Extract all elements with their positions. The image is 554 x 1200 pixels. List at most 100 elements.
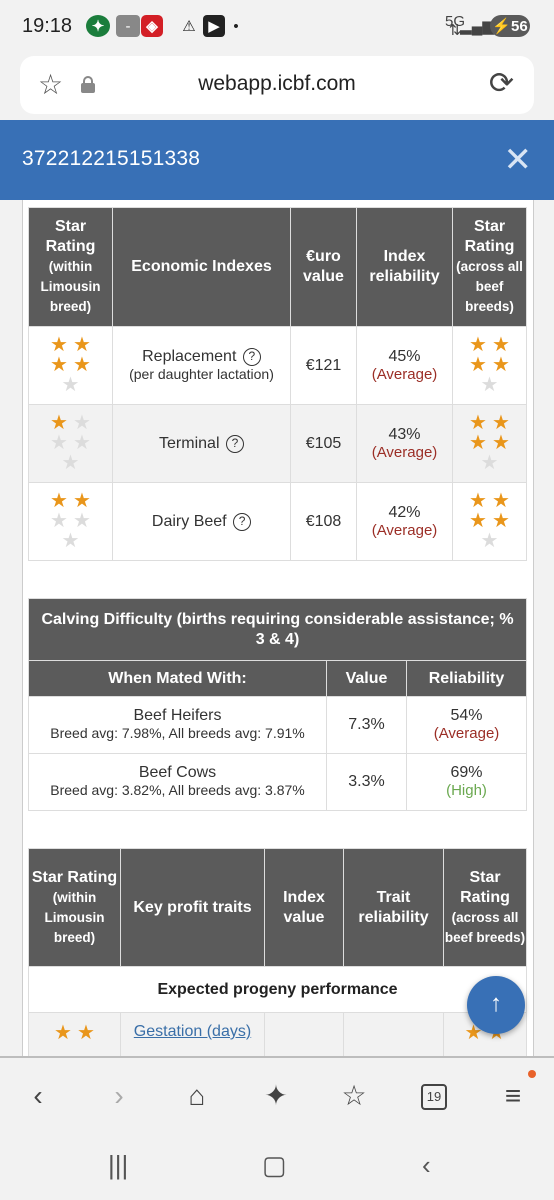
star-empty-icon: ★ (61, 530, 80, 552)
euro-value-header: €uro value (290, 207, 357, 327)
star-filled-icon: ★ (50, 334, 68, 356)
index-value-header: Index value (264, 848, 344, 967)
breed-average: Breed avg: 3.82%, All breeds avg: 3.87% (50, 782, 305, 798)
euro-value: €108 (290, 482, 357, 561)
recent-apps-icon[interactable]: ||| (108, 1150, 128, 1181)
euro-value: €105 (290, 404, 357, 483)
system-back-icon[interactable]: ‹ (422, 1150, 431, 1181)
star-rating-within: ★ ★ (54, 1022, 95, 1044)
youtube-icon: ▶ (203, 15, 225, 37)
reliability-label: (Average) (371, 521, 438, 539)
star-empty-icon: ★ (61, 452, 80, 474)
star-empty-icon: ★ (73, 432, 91, 454)
forward-icon[interactable]: › (99, 1076, 139, 1116)
star-empty-icon: ★ (480, 452, 499, 474)
star-filled-icon: ★ (469, 412, 487, 434)
ai-sparkle-icon[interactable]: ✦ (256, 1076, 296, 1116)
index-name: Dairy Beef (151, 512, 227, 530)
battery-indicator: ⚡ 56 (490, 15, 530, 37)
status-bar: 19:18 ✦ - ◈ ⚠ ▶ • 5G ⇅ ▂▄▆ ⚡ 56 (0, 0, 554, 54)
warning-icon: ⚠ (182, 18, 196, 35)
star-empty-icon: ★ (480, 374, 499, 396)
star-filled-icon: ★ (50, 412, 68, 434)
star-across-header: Star Rating (across all beef breeds) (443, 848, 527, 967)
reliability-value: 42% (388, 503, 421, 521)
help-icon[interactable]: ? (233, 512, 252, 531)
reliability-label: (Average) (371, 443, 438, 461)
star-empty-icon: ★ (480, 530, 499, 552)
economic-indexes-table: Star Rating (within Limousin breed) Econo… (28, 207, 527, 561)
index-reliability-header: Index reliability (356, 207, 453, 327)
reliability-label: (High) (446, 782, 487, 799)
sport-club-icon: ✦ (86, 15, 110, 37)
reliability-value: 54% (450, 707, 483, 724)
address-bar[interactable]: ☆ webapp.icbf.com ⟳ (20, 56, 534, 114)
animal-id-title: 372212215151338 (22, 147, 201, 170)
star-filled-icon: ★ (492, 334, 510, 356)
star-rating-across: ★ ★★ ★★ (462, 491, 518, 551)
reliability-value: 45% (388, 347, 421, 365)
table-row: Beef Heifers Breed avg: 7.98%, All breeds… (28, 696, 527, 754)
star-empty-icon: ★ (61, 374, 80, 396)
reliability-value: 69% (450, 764, 483, 781)
star-empty-icon: ★ (50, 432, 68, 454)
progeny-section-label: Expected progeny performance (28, 966, 527, 1013)
url-text[interactable]: webapp.icbf.com (20, 72, 534, 96)
star-filled-icon: ★ (469, 432, 487, 454)
more-notifications-icon: • (233, 17, 239, 35)
tabs-icon[interactable]: 19 (421, 1084, 447, 1110)
star-filled-icon: ★ (492, 432, 510, 454)
index-name: Terminal (159, 434, 220, 452)
mated-with-name: Beef Heifers (133, 707, 222, 724)
home-icon[interactable]: ⌂ (177, 1076, 217, 1116)
star-filled-icon: ★ (50, 354, 68, 376)
euro-value: €121 (290, 326, 357, 405)
back-icon[interactable]: ‹ (18, 1076, 58, 1116)
calving-difficulty-caption: Calving Difficulty (births requiring con… (28, 598, 527, 661)
star-filled-icon: ★ (73, 490, 91, 512)
star-filled-icon: ★ (50, 490, 68, 512)
star-empty-icon: ★ (73, 412, 91, 434)
help-icon[interactable]: ? (242, 347, 261, 366)
star-rating-across: ★ ★★ ★★ (462, 413, 518, 473)
menu-icon[interactable]: ≡ (493, 1076, 533, 1116)
signal-icon: ▂▄▆ (460, 18, 494, 35)
browser-toolbar: ‹ › ⌂ ✦ ☆ 19 ≡ (0, 1056, 554, 1140)
reliability-label: (Average) (433, 725, 500, 742)
calving-value: 3.3% (326, 753, 407, 811)
menu-notification-dot (528, 1070, 536, 1078)
system-navigation-bar: ||| ▢ ‹ (0, 1140, 554, 1200)
sire-detail-panel[interactable]: Star Rating (within Limousin breed) Econo… (22, 200, 534, 1056)
key-profit-traits-table: Star Rating (within Limousin breed) Key p… (28, 848, 527, 1056)
home-button-icon[interactable]: ▢ (262, 1150, 287, 1181)
reload-icon[interactable]: ⟳ (489, 66, 514, 101)
mated-with-header: When Mated With: (28, 660, 327, 697)
trait-reliability (343, 1012, 444, 1056)
star-filled-icon: ★ (492, 354, 510, 376)
star-rating-across: ★ ★★ ★★ (462, 335, 518, 395)
star-filled-icon: ★ (492, 490, 510, 512)
mated-with-name: Beef Cows (138, 764, 217, 781)
reliability-value: 43% (388, 425, 421, 443)
app-icon: - (116, 15, 140, 37)
reliability-header: Reliability (406, 660, 527, 697)
bookmarks-icon[interactable]: ☆ (334, 1076, 374, 1116)
scroll-to-top-button[interactable]: ↑ (467, 976, 525, 1034)
star-rating-within: ★ ★★ ★★ (43, 335, 99, 395)
star-within-header: Star Rating (within Limousin breed) (28, 207, 113, 327)
index-name: Replacement (142, 347, 237, 365)
star-filled-icon: ★ (73, 354, 91, 376)
close-icon[interactable]: ✕ (504, 140, 533, 180)
gestation-link[interactable]: Gestation (days) (134, 1023, 251, 1040)
table-row: ★ ★★ ★★ Dairy Beef ? €108 42% (Average) ★ ★★… (28, 482, 527, 561)
economic-indexes-header: Economic Indexes (112, 207, 291, 327)
star-filled-icon: ★ (492, 510, 510, 532)
star-within-header: Star Rating (within Limousin breed) (28, 848, 121, 967)
breed-average: Breed avg: 7.98%, All breeds avg: 7.91% (50, 725, 305, 741)
table-row: Beef Cows Breed avg: 3.82%, All breeds av… (28, 753, 527, 811)
trait-reliability-header: Trait reliability (343, 848, 444, 967)
clock: 19:18 (22, 15, 73, 37)
help-icon[interactable]: ? (225, 434, 244, 453)
star-filled-icon: ★ (469, 354, 487, 376)
trait-index-value (264, 1012, 344, 1056)
